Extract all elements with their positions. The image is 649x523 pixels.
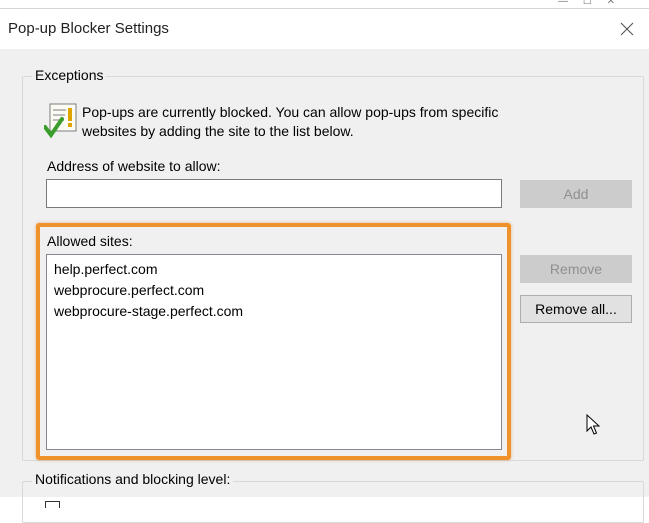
mouse-pointer-icon (586, 413, 601, 439)
exceptions-group-label: Exceptions (32, 67, 107, 83)
allowed-site-item[interactable]: webprocure-stage.perfect.com (54, 301, 494, 322)
window-title: Pop-up Blocker Settings (8, 20, 169, 37)
close-button[interactable] (605, 9, 649, 49)
info-message-line2: websites by adding the site to the list … (82, 123, 354, 139)
add-button[interactable]: Add (520, 180, 632, 208)
title-bar[interactable]: Pop-up Blocker Settings (0, 9, 649, 49)
allowed-sites-list[interactable]: help.perfect.com webprocure.perfect.com … (46, 254, 502, 450)
notifications-group-label: Notifications and blocking level: (32, 471, 234, 487)
address-input[interactable] (46, 179, 502, 208)
remove-all-button[interactable]: Remove all... (520, 295, 632, 323)
info-message: Pop-ups are currently blocked. You can a… (82, 103, 602, 141)
allowed-site-item[interactable]: webprocure.perfect.com (54, 280, 494, 301)
allowed-sites-label: Allowed sites: (47, 233, 133, 249)
address-label: Address of website to allow: (47, 158, 221, 174)
close-icon (620, 22, 634, 36)
remove-button[interactable]: Remove (520, 255, 632, 283)
background-window-controls: — ☐ ✕ (558, 0, 621, 7)
info-shield-checkmark-icon (43, 103, 78, 142)
allowed-site-item[interactable]: help.perfect.com (54, 259, 494, 280)
popup-blocker-dialog: Pop-up Blocker Settings Exceptions Pop-u… (0, 8, 649, 523)
background-window-strip: — ☐ ✕ (0, 0, 649, 8)
notification-checkbox[interactable] (45, 501, 60, 508)
notifications-groupbox (22, 481, 644, 523)
info-message-line1: Pop-ups are currently blocked. You can a… (82, 104, 499, 120)
